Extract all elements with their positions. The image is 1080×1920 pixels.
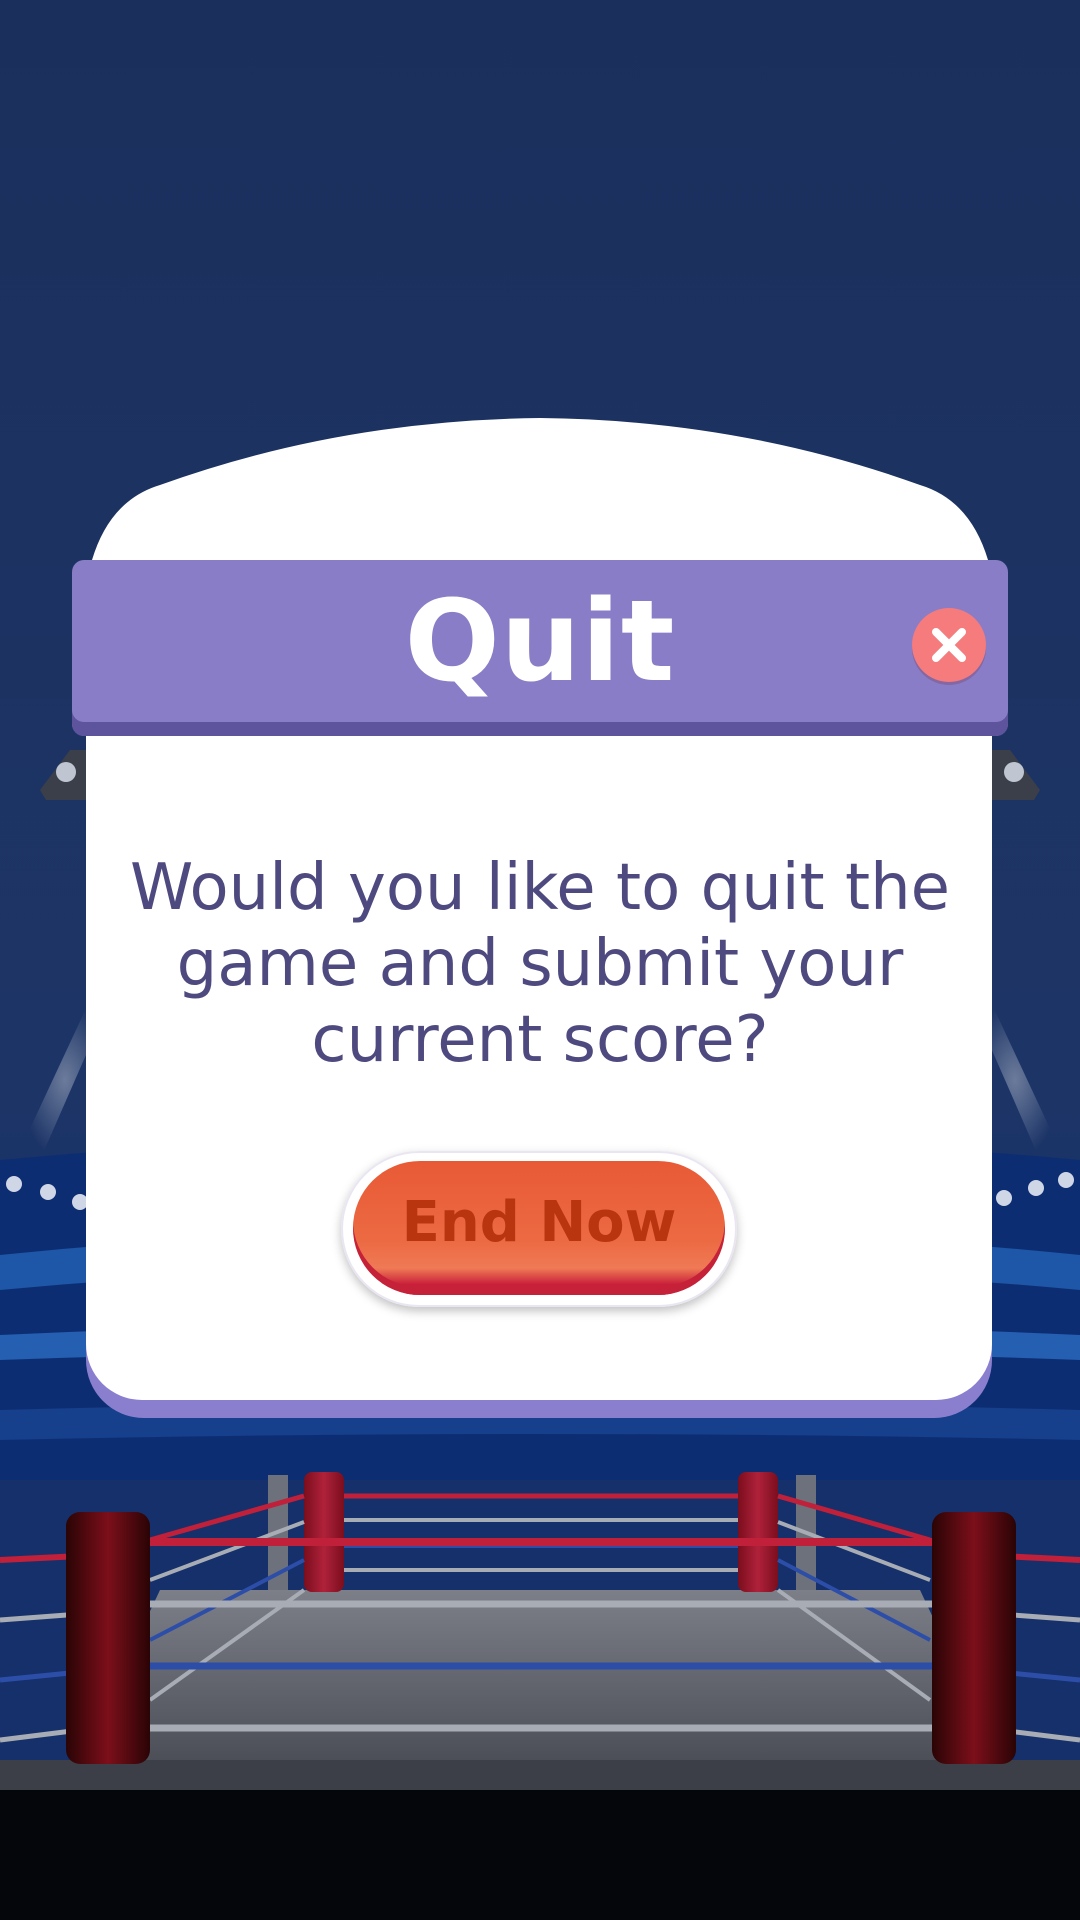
quit-dialog: Quit Would you like to quit the game and… (0, 0, 1080, 1920)
game-scene: Quit Would you like to quit the game and… (0, 0, 1080, 1920)
close-icon (932, 628, 966, 662)
end-now-button[interactable]: End Now (353, 1161, 725, 1295)
close-button[interactable] (912, 608, 986, 682)
end-now-label: End Now (401, 1190, 677, 1255)
dialog-message: Would you like to quit the game and subm… (129, 851, 951, 1077)
